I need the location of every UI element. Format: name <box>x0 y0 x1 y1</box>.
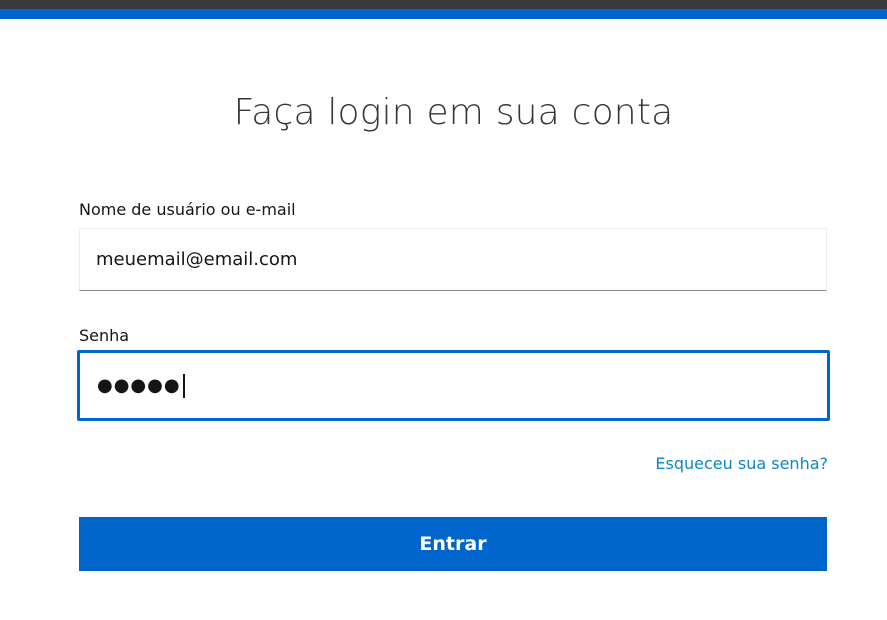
username-input[interactable] <box>79 228 827 291</box>
password-input[interactable]: ●●●●● <box>77 350 830 421</box>
password-masked-value: ●●●●● <box>97 375 181 396</box>
top-header-bar <box>0 0 887 19</box>
login-button[interactable]: Entrar <box>79 517 827 571</box>
username-label: Nome de usuário ou e-mail <box>79 200 296 219</box>
header-dark-strip <box>0 0 887 9</box>
forgot-password-link[interactable]: Esqueceu sua senha? <box>655 454 828 473</box>
header-accent-strip <box>0 9 887 19</box>
password-label: Senha <box>79 326 130 345</box>
page-title: Faça login em sua conta <box>233 92 674 133</box>
text-caret <box>182 373 185 398</box>
